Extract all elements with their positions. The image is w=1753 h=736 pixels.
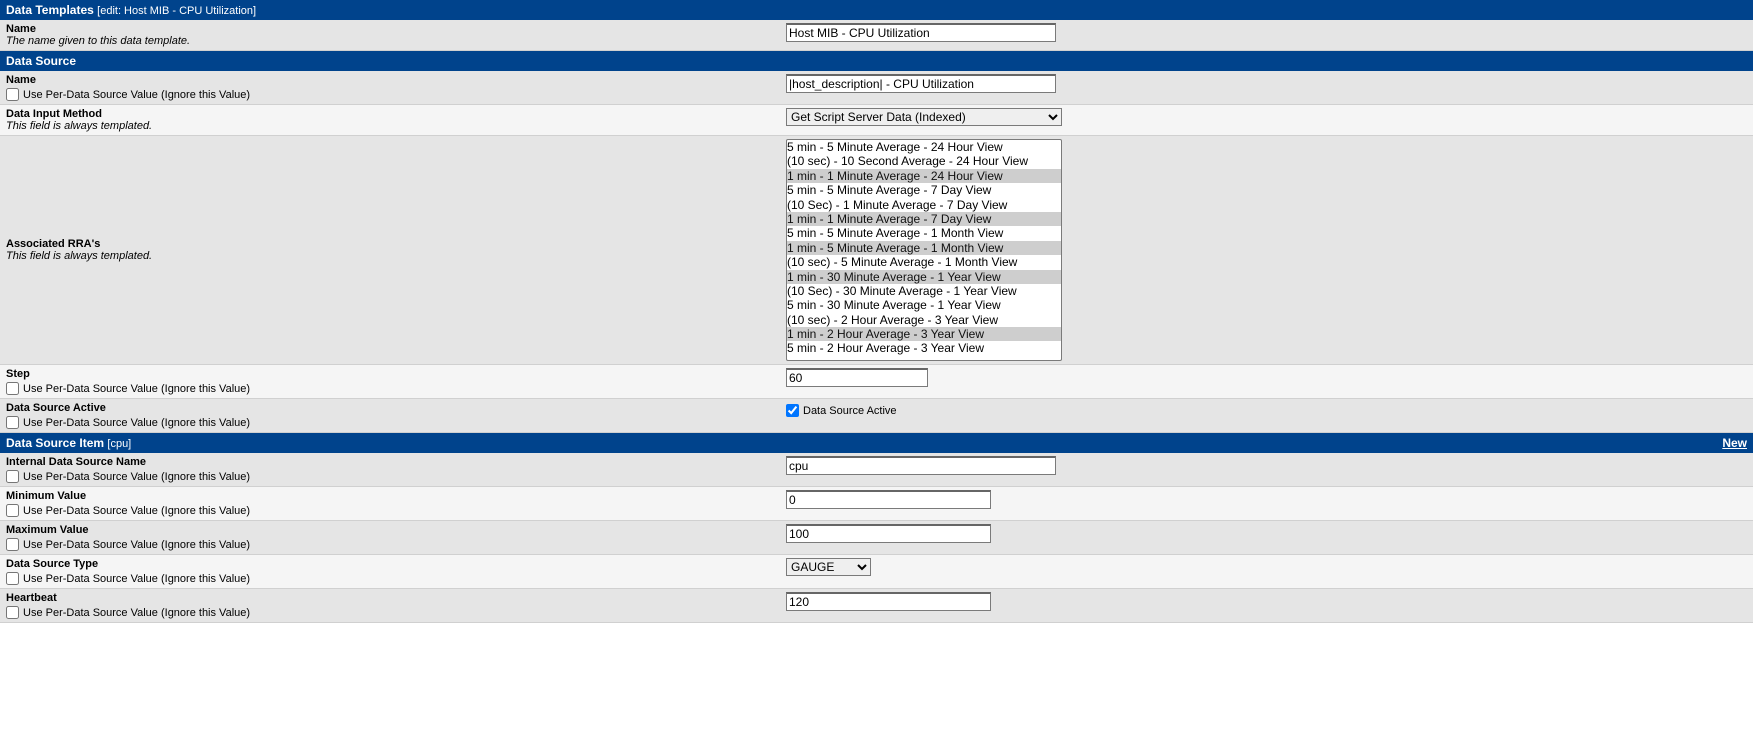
checkbox-per-ds-step[interactable] <box>6 382 19 395</box>
section-title-dsi: Data Source Item <box>6 436 104 450</box>
section-title-ds: Data Source <box>6 54 76 68</box>
row-ds-type: Data Source Type Use Per-Data Source Val… <box>0 555 1753 589</box>
input-ds-name[interactable] <box>786 74 1056 93</box>
section-header-ds-item: Data Source Item [cpu] New <box>0 433 1753 453</box>
select-associated-rra[interactable]: 5 min - 5 Minute Average - 24 Hour View(… <box>786 139 1062 361</box>
checkbox-per-ds-max[interactable] <box>6 538 19 551</box>
section-header-data-source: Data Source <box>0 51 1753 71</box>
row-template-name: Name The name given to this data templat… <box>0 20 1753 51</box>
desc-rra: This field is always templated. <box>6 250 774 262</box>
label-per-ds-heartbeat: Use Per-Data Source Value (Ignore this V… <box>23 607 250 619</box>
label-dim: Data Input Method <box>6 108 774 120</box>
input-max-value[interactable] <box>786 524 991 543</box>
input-step[interactable] <box>786 368 928 387</box>
label-max: Maximum Value <box>6 524 774 536</box>
label-step: Step <box>6 368 774 380</box>
row-associated-rra: Associated RRA's This field is always te… <box>0 136 1753 365</box>
checkbox-per-ds-name[interactable] <box>6 88 19 101</box>
row-ds-name: Name Use Per-Data Source Value (Ignore t… <box>0 71 1753 105</box>
checkbox-per-ds-active[interactable] <box>6 416 19 429</box>
checkbox-ds-active[interactable] <box>786 404 799 417</box>
section-header-data-templates: Data Templates [edit: Host MIB - CPU Uti… <box>0 0 1753 20</box>
row-heartbeat: Heartbeat Use Per-Data Source Value (Ign… <box>0 589 1753 623</box>
section-title: Data Templates <box>6 3 94 17</box>
label-per-ds: Use Per-Data Source Value (Ignore this V… <box>23 89 250 101</box>
label-per-ds-min: Use Per-Data Source Value (Ignore this V… <box>23 505 250 517</box>
select-ds-type[interactable]: GAUGE <box>786 558 871 576</box>
checkbox-per-ds-idsname[interactable] <box>6 470 19 483</box>
input-template-name[interactable] <box>786 23 1056 42</box>
label-per-ds-max: Use Per-Data Source Value (Ignore this V… <box>23 539 250 551</box>
label-name: Name <box>6 23 774 35</box>
checkbox-per-ds-type[interactable] <box>6 572 19 585</box>
label-per-ds-idsname: Use Per-Data Source Value (Ignore this V… <box>23 471 250 483</box>
row-internal-ds-name: Internal Data Source Name Use Per-Data S… <box>0 453 1753 487</box>
select-data-input-method[interactable]: Get Script Server Data (Indexed) <box>786 108 1062 126</box>
label-ids-name: Internal Data Source Name <box>6 456 774 468</box>
label-per-ds-active: Use Per-Data Source Value (Ignore this V… <box>23 417 250 429</box>
desc-name: The name given to this data template. <box>6 35 774 47</box>
row-min-value: Minimum Value Use Per-Data Source Value … <box>0 487 1753 521</box>
label-min: Minimum Value <box>6 490 774 502</box>
input-heartbeat[interactable] <box>786 592 991 611</box>
input-min-value[interactable] <box>786 490 991 509</box>
label-rra: Associated RRA's <box>6 238 774 250</box>
label-per-ds-step: Use Per-Data Source Value (Ignore this V… <box>23 383 250 395</box>
checkbox-per-ds-heartbeat[interactable] <box>6 606 19 619</box>
section-subtitle: [edit: Host MIB - CPU Utilization] <box>97 5 256 17</box>
label-ds-active-chk: Data Source Active <box>803 405 897 417</box>
row-step: Step Use Per-Data Source Value (Ignore t… <box>0 365 1753 399</box>
desc-dim: This field is always templated. <box>6 120 774 132</box>
section-subtitle-dsi: [cpu] <box>107 438 131 450</box>
label-heartbeat: Heartbeat <box>6 592 774 604</box>
link-new[interactable]: New <box>1722 436 1747 450</box>
row-ds-active: Data Source Active Use Per-Data Source V… <box>0 399 1753 433</box>
label-ds-type: Data Source Type <box>6 558 774 570</box>
input-internal-ds-name[interactable] <box>786 456 1056 475</box>
row-data-input-method: Data Input Method This field is always t… <box>0 105 1753 136</box>
row-max-value: Maximum Value Use Per-Data Source Value … <box>0 521 1753 555</box>
checkbox-per-ds-min[interactable] <box>6 504 19 517</box>
label-ds-active: Data Source Active <box>6 402 774 414</box>
label-per-ds-type: Use Per-Data Source Value (Ignore this V… <box>23 573 250 585</box>
label-ds-name: Name <box>6 74 774 86</box>
